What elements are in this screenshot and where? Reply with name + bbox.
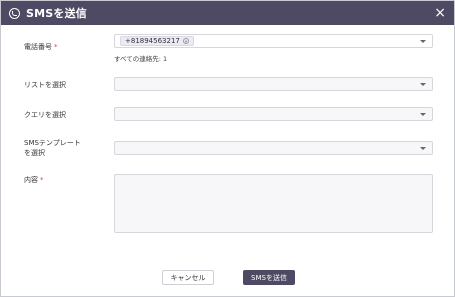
template-label-line1: SMSテンプレート (24, 139, 81, 147)
template-select[interactable] (114, 141, 433, 155)
query-select[interactable] (114, 107, 433, 121)
contacts-count: すべての連絡先: 1 (114, 55, 168, 63)
chevron-down-icon[interactable] (420, 40, 426, 43)
phone-select[interactable]: +81894563217 (114, 34, 433, 48)
content-label-text: 内容 (24, 176, 38, 184)
whatsapp-icon (9, 7, 20, 19)
phone-label-text: 電話番号 (24, 43, 52, 51)
chevron-down-icon (420, 147, 426, 150)
content-label: 内容 * (24, 175, 44, 185)
content-textarea[interactable] (114, 174, 433, 233)
phone-tag-value: +81894563217 (125, 37, 180, 45)
required-mark: * (40, 176, 44, 184)
list-label: リストを選択 (24, 81, 66, 89)
sms-dialog: SMSを送信 × 電話番号 * +81894563217 すべての連絡先: 1 リ… (0, 0, 455, 297)
template-label: SMSテンプレート を選択 (24, 138, 81, 158)
send-sms-button[interactable]: SMSを送信 (243, 270, 295, 285)
dialog-title: SMSを送信 (26, 7, 87, 20)
remove-tag-icon[interactable] (182, 38, 189, 44)
chevron-down-icon (420, 113, 426, 116)
phone-label: 電話番号 * (24, 42, 58, 52)
chevron-down-icon (420, 83, 426, 86)
required-mark: * (54, 43, 58, 51)
template-label-line2: を選択 (24, 149, 45, 157)
cancel-button[interactable]: キャンセル (162, 270, 214, 285)
dialog-titlebar: SMSを送信 × (1, 1, 454, 25)
query-label: クエリを選択 (24, 111, 66, 119)
phone-tag: +81894563217 (120, 36, 194, 46)
list-select[interactable] (114, 77, 433, 91)
close-icon[interactable]: × (434, 6, 446, 20)
